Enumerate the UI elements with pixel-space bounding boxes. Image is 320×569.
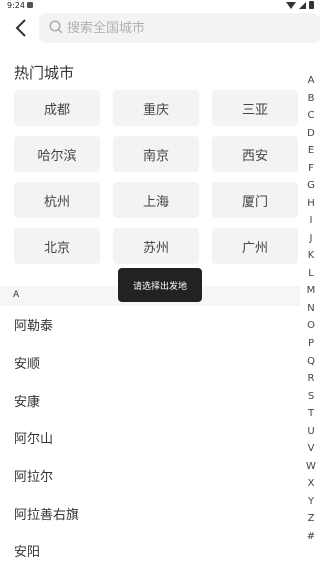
back-arrow-icon — [15, 19, 26, 37]
hot-city-button[interactable]: 成都 — [14, 90, 100, 126]
index-letter[interactable]: D — [307, 128, 315, 139]
section-letter: A — [13, 290, 20, 300]
index-letter[interactable]: F — [308, 163, 314, 174]
hot-city-button[interactable]: 哈尔滨 — [14, 136, 100, 172]
index-letter[interactable]: C — [308, 111, 315, 121]
index-letter[interactable]: L — [308, 268, 314, 279]
signal-icon — [299, 1, 306, 9]
status-time: 9:24 — [7, 1, 25, 10]
index-letter[interactable]: R — [308, 374, 315, 384]
index-letter[interactable]: Y — [308, 496, 314, 507]
index-letter[interactable]: T — [308, 409, 314, 419]
hot-city-button[interactable]: 西安 — [212, 136, 298, 172]
hot-city-button[interactable]: 杭州 — [14, 182, 100, 218]
index-letter[interactable]: A — [308, 76, 315, 86]
city-list: 阿勒泰 安顺 安康 阿尔山 阿拉尔 阿拉善右旗 安阳 — [0, 306, 300, 569]
notification-icon — [27, 2, 33, 8]
index-letter[interactable]: M — [307, 286, 316, 296]
search-box[interactable] — [39, 13, 320, 43]
index-letter[interactable]: N — [307, 303, 314, 314]
hot-city-button[interactable]: 南京 — [113, 136, 199, 172]
search-input[interactable] — [67, 13, 307, 43]
hot-city-button[interactable]: 重庆 — [113, 90, 199, 126]
index-letter[interactable]: X — [308, 479, 315, 489]
index-letter[interactable]: H — [307, 198, 315, 209]
index-letter[interactable]: V — [308, 444, 315, 454]
header — [0, 12, 320, 44]
battery-icon — [309, 1, 314, 9]
index-letter[interactable]: Z — [308, 514, 315, 524]
alphabet-index-bar[interactable]: A B C D E F G H I J K L M N O P Q R S T … — [302, 76, 320, 542]
index-letter[interactable]: # — [307, 531, 315, 542]
list-item[interactable]: 安阳 — [0, 532, 300, 569]
hot-city-button[interactable]: 上海 — [113, 182, 199, 218]
status-bar: 9:24 — [0, 0, 320, 12]
index-letter[interactable]: J — [310, 233, 313, 244]
list-item[interactable]: 阿勒泰 — [0, 306, 300, 344]
search-icon — [49, 20, 63, 34]
hot-city-button[interactable]: 三亚 — [212, 90, 298, 126]
list-item[interactable]: 阿尔山 — [0, 419, 300, 457]
index-letter[interactable]: Q — [307, 356, 315, 367]
hot-city-button[interactable]: 厦门 — [212, 182, 298, 218]
index-letter[interactable]: S — [308, 391, 314, 402]
list-item[interactable]: 安顺 — [0, 344, 300, 382]
index-letter[interactable]: O — [307, 321, 315, 331]
index-letter[interactable]: I — [310, 216, 313, 226]
hot-city-button[interactable]: 苏州 — [113, 228, 199, 264]
hot-city-button[interactable]: 北京 — [14, 228, 100, 264]
toast-message: 请选择出发地 — [118, 268, 202, 302]
index-letter[interactable]: E — [308, 146, 314, 156]
list-item[interactable]: 安康 — [0, 381, 300, 419]
index-letter[interactable]: P — [308, 338, 314, 349]
index-letter[interactable]: G — [307, 181, 315, 191]
hot-cities-title: 热门城市 — [14, 64, 75, 82]
list-item[interactable]: 阿拉尔 — [0, 457, 300, 495]
wifi-icon — [286, 1, 296, 9]
hot-city-button[interactable]: 广州 — [212, 228, 298, 264]
index-letter[interactable]: K — [308, 251, 315, 261]
index-letter[interactable]: U — [307, 426, 314, 437]
status-icons — [286, 1, 314, 9]
index-letter[interactable]: W — [306, 461, 316, 472]
back-button[interactable] — [12, 16, 32, 40]
hot-cities-grid: 成都 重庆 三亚 哈尔滨 南京 西安 杭州 上海 厦门 北京 苏州 广州 — [14, 90, 300, 264]
index-letter[interactable]: B — [308, 93, 315, 104]
list-item[interactable]: 阿拉善右旗 — [0, 494, 300, 532]
